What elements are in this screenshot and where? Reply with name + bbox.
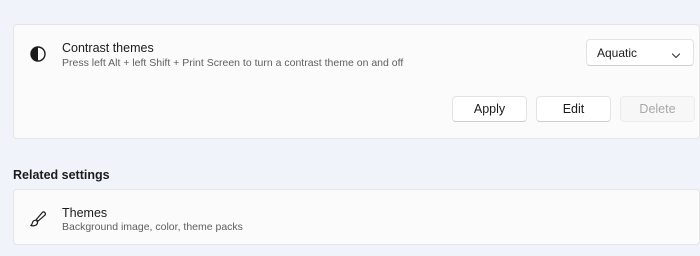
edit-button[interactable]: Edit bbox=[536, 96, 611, 122]
dropdown-selected-value: Aquatic bbox=[597, 46, 638, 60]
contrast-themes-title: Contrast themes bbox=[62, 41, 154, 55]
contrast-themes-card: Contrast themes Press left Alt + left Sh… bbox=[13, 24, 700, 139]
themes-settings-link[interactable]: Themes Background image, color, theme pa… bbox=[13, 189, 700, 245]
chevron-down-icon bbox=[671, 49, 681, 59]
related-settings-heading: Related settings bbox=[13, 168, 110, 182]
apply-button[interactable]: Apply bbox=[452, 96, 527, 122]
brush-icon bbox=[28, 209, 48, 229]
contrast-themes-description: Press left Alt + left Shift + Print Scre… bbox=[62, 57, 404, 69]
contrast-icon bbox=[28, 44, 48, 64]
themes-title: Themes bbox=[62, 206, 108, 220]
delete-button[interactable]: Delete bbox=[620, 96, 695, 122]
themes-description: Background image, color, theme packs bbox=[62, 221, 243, 233]
contrast-theme-dropdown[interactable]: Aquatic bbox=[586, 39, 694, 66]
